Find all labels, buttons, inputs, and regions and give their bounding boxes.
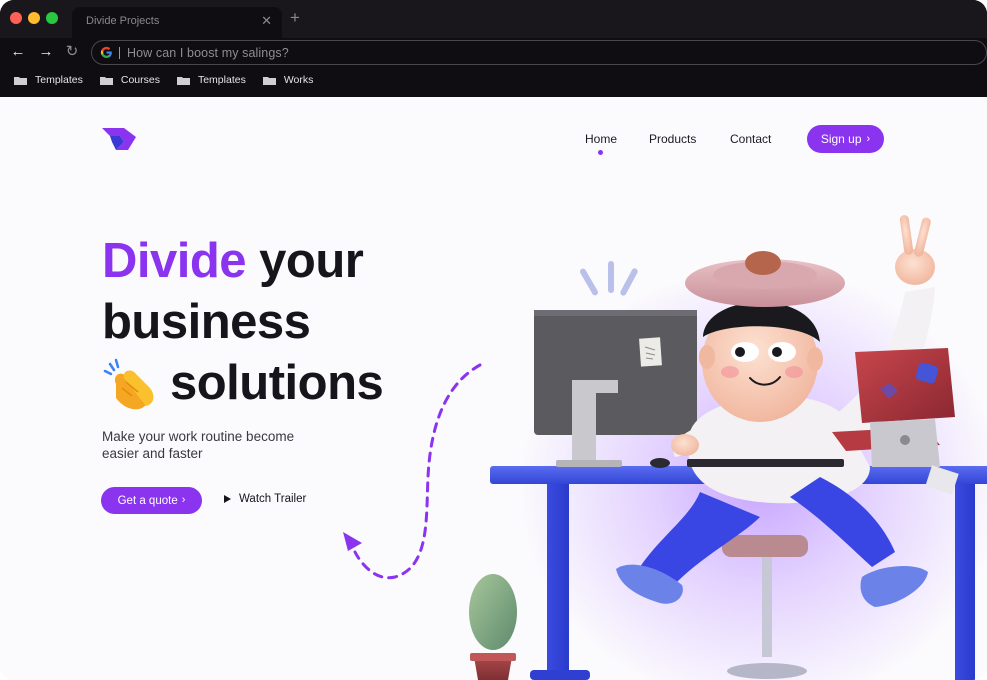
watch-trailer-label: Watch Trailer [239, 493, 307, 505]
window-controls [10, 12, 58, 24]
hero-headline: Divide your business solutions [102, 231, 384, 414]
arrow-head-icon [343, 532, 362, 551]
bookmark-item[interactable]: Courses [99, 74, 160, 86]
hero-accent-word: Divide [102, 234, 247, 288]
bookmark-item[interactable]: Templates [176, 74, 246, 86]
address-bar-text: How can I boost my salings? [127, 46, 289, 60]
maximize-window-button[interactable] [46, 12, 58, 24]
character-hand [671, 434, 699, 456]
clap-icon [103, 358, 154, 409]
browser-window: Divide Projects ✕ + ← → ↻ How can I boos… [0, 0, 987, 680]
forward-icon[interactable]: → [37, 43, 55, 61]
watch-trailer-button[interactable]: Watch Trailer [224, 493, 306, 505]
minimize-window-button[interactable] [28, 12, 40, 24]
desk-leg [547, 484, 569, 680]
folder-icon [14, 76, 27, 85]
tab-title: Divide Projects [86, 15, 160, 27]
folder-icon [262, 76, 276, 85]
folder-icon [99, 76, 113, 85]
bookmark-label: Templates [197, 74, 246, 86]
folder-icon [176, 76, 190, 85]
bookmark-item[interactable]: Templates [14, 74, 83, 86]
reload-icon[interactable]: ↻ [63, 43, 81, 61]
sign-up-button[interactable]: Sign up › [807, 125, 884, 153]
play-icon [224, 495, 231, 503]
sign-up-label: Sign up [820, 132, 862, 146]
logo-icon[interactable] [102, 128, 136, 150]
nav-home[interactable]: Home [585, 132, 617, 146]
character-shoe [860, 565, 928, 607]
hero-subtitle: Make your work routine become easier and… [102, 429, 295, 461]
nav-contact[interactable]: Contact [730, 132, 771, 146]
chair-seat [722, 535, 808, 557]
mouse [650, 458, 670, 468]
desk-leg [955, 484, 975, 680]
hero-line3: solutions [170, 356, 384, 410]
browser-chrome: Divide Projects ✕ + ← → ↻ How can I boos… [0, 0, 987, 97]
get-quote-button[interactable]: Get a quote › [101, 487, 202, 514]
google-icon [100, 46, 112, 58]
address-bar[interactable]: How can I boost my salings? [91, 40, 987, 65]
tab-strip: Divide Projects ✕ + [0, 0, 987, 38]
close-window-button[interactable] [10, 12, 22, 24]
bookmarks-bar: Templates Courses Templates Works [14, 74, 330, 86]
bookmark-label: Templates [35, 74, 83, 86]
back-icon[interactable]: ← [9, 43, 27, 61]
bookmark-label: Courses [120, 74, 160, 86]
browser-tab[interactable]: Divide Projects ✕ [72, 7, 282, 38]
laptop [855, 348, 955, 423]
chevron-right-icon: › [181, 494, 186, 506]
sticky-note [639, 337, 662, 367]
hero-line1-rest: your [246, 234, 364, 288]
nav-products[interactable]: Products [649, 132, 696, 146]
web-page: Home Products Contact Sign up › Divide y… [0, 97, 987, 680]
bookmark-item[interactable]: Works [262, 74, 314, 86]
new-tab-icon[interactable]: + [290, 9, 300, 26]
nav-active-indicator [598, 150, 603, 155]
bookmark-label: Works [283, 74, 314, 86]
plant [469, 574, 517, 650]
monitor [534, 310, 697, 435]
get-quote-label: Get a quote [117, 494, 178, 507]
text-cursor [119, 47, 120, 59]
hero-line2: business [102, 295, 311, 349]
keyboard [687, 459, 844, 467]
close-tab-icon[interactable]: ✕ [261, 13, 272, 29]
chevron-right-icon: › [866, 132, 871, 145]
